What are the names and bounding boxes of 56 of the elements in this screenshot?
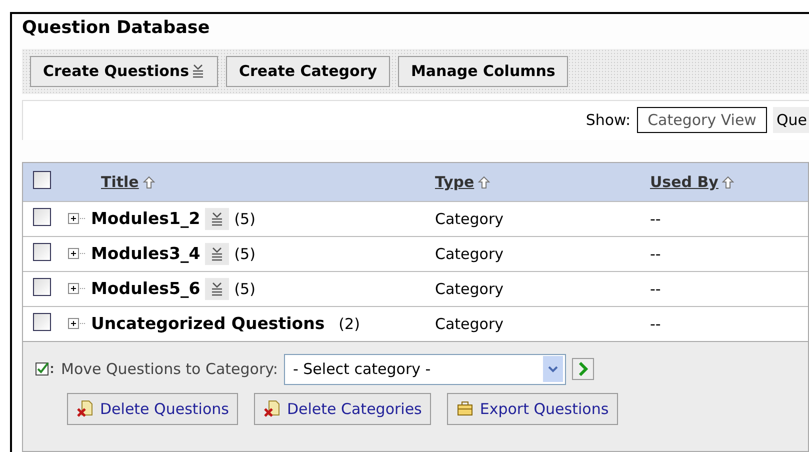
used-by-cell: --: [650, 245, 661, 264]
delete-document-icon: [76, 400, 94, 418]
category-title: Modules1_2: [91, 209, 200, 228]
category-title: Modules5_6: [91, 279, 200, 298]
row-checkbox[interactable]: [33, 208, 51, 226]
select-all-checkbox[interactable]: [33, 170, 51, 189]
expand-icon[interactable]: [68, 213, 86, 224]
expand-icon[interactable]: [68, 248, 86, 260]
sort-arrow-icon: [722, 176, 734, 189]
menu-button[interactable]: Create Questions: [30, 56, 218, 87]
row-checkbox[interactable]: [33, 312, 51, 331]
menu-button[interactable]: [205, 208, 230, 230]
question-count: (5): [234, 280, 256, 298]
row-checkbox[interactable]: [33, 242, 51, 261]
view-tab[interactable]: Category View: [636, 107, 768, 134]
delete-document-icon: [262, 400, 281, 418]
toolbar-button[interactable]: Create Category: [226, 56, 390, 87]
expand-icon[interactable]: [68, 318, 86, 330]
column-header-link[interactable]: Used By: [650, 173, 734, 192]
used-by-cell: --: [650, 315, 661, 334]
type-cell: Category: [435, 315, 504, 334]
category-title: Uncategorized Questions: [91, 314, 325, 334]
dropdown-icon: [191, 64, 206, 78]
toolbar-button[interactable]: Manage Columns: [398, 56, 568, 87]
expand-icon[interactable]: [68, 283, 86, 294]
briefcase-icon: [456, 400, 474, 417]
sort-arrow-icon: [478, 176, 490, 189]
type-cell: Category: [435, 280, 504, 298]
page-title: Question Database: [22, 17, 211, 40]
type-cell: Category: [435, 245, 504, 264]
column-header-link[interactable]: Title: [101, 173, 155, 192]
used-by-cell: --: [650, 280, 661, 298]
checked-box-icon: [35, 361, 55, 378]
sort-arrow-icon: [142, 176, 155, 189]
column-header-link[interactable]: Type: [435, 173, 490, 192]
question-count: (5): [234, 244, 256, 263]
used-by-cell: --: [650, 210, 661, 228]
question-count: (5): [234, 210, 256, 228]
action-button[interactable]: Delete Questions: [67, 392, 238, 425]
question-count: (2): [338, 314, 360, 333]
type-cell: Category: [435, 210, 504, 228]
menu-button[interactable]: [205, 278, 230, 300]
category-select[interactable]: - Select category -: [284, 354, 566, 385]
arrow-right-icon: [578, 362, 588, 376]
category-title: Modules3_4: [91, 244, 200, 264]
dropdown-icon: [210, 282, 224, 296]
menu-button[interactable]: [205, 242, 230, 265]
action-button[interactable]: Delete Categories: [254, 392, 431, 425]
action-button[interactable]: Export Questions: [446, 392, 618, 425]
row-checkbox[interactable]: [33, 278, 51, 296]
dropdown-icon: [210, 246, 224, 261]
show-label: Show:: [586, 111, 631, 130]
dropdown-icon: [210, 212, 224, 226]
move-label: Move Questions to Category:: [61, 360, 278, 378]
view-tab[interactable]: Que: [773, 107, 809, 134]
go-button[interactable]: [572, 358, 594, 380]
